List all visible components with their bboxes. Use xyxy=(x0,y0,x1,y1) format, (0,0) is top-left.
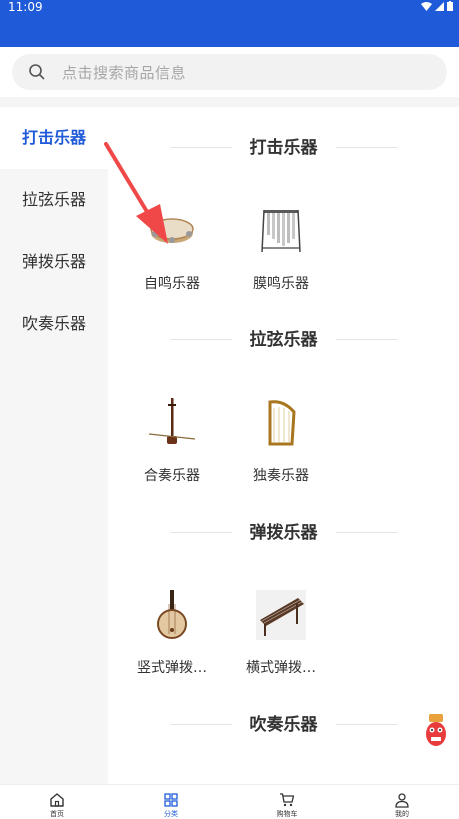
battery-icon xyxy=(447,1,453,11)
subcategory-label: 横式弹拨… xyxy=(246,660,316,676)
tab-label: 购物车 xyxy=(276,810,298,818)
system-icons xyxy=(421,1,453,11)
status-bar: 11:09 xyxy=(0,0,459,47)
signal-icon xyxy=(435,1,444,11)
tambourine-icon xyxy=(150,218,194,243)
wifi-icon xyxy=(421,1,432,11)
sidebar-item-percussion[interactable]: 打击乐器 xyxy=(0,107,108,169)
section-divider-right xyxy=(336,339,398,340)
guzheng-icon xyxy=(256,590,306,640)
subcategory-label: 合奏乐器 xyxy=(144,468,200,484)
category-content: 打击乐器 自鸣乐器 膜鸣乐器 拉弦乐器 合奏乐器 独奏乐器 弹拨乐器 竖式弹拨…… xyxy=(108,107,459,784)
sidebar-item-bowed-strings[interactable]: 拉弦乐器 xyxy=(0,169,108,231)
sidebar-item-plucked-strings[interactable]: 弹拨乐器 xyxy=(0,231,108,293)
pipa-icon xyxy=(157,590,187,639)
subcategory-label: 竖式弹拨… xyxy=(137,660,207,676)
subcategory-label: 自鸣乐器 xyxy=(144,276,200,292)
subcategory-tile[interactable]: 膜鸣乐器 xyxy=(226,206,336,296)
section-title-wind: 吹奏乐器 xyxy=(249,715,318,735)
sidebar-item-wind[interactable]: 吹奏乐器 xyxy=(0,293,108,355)
category-icon xyxy=(164,793,178,807)
user-icon xyxy=(395,793,409,808)
subcategory-tile[interactable]: 独奏乐器 xyxy=(226,398,336,488)
chimes-icon xyxy=(261,209,301,253)
tab-profile[interactable]: 我的 xyxy=(345,785,459,819)
tab-label: 首页 xyxy=(50,810,64,818)
home-icon xyxy=(50,793,64,807)
section-title-bowed-strings: 拉弦乐器 xyxy=(249,330,318,350)
tab-home[interactable]: 首页 xyxy=(0,785,114,819)
subcategory-tile[interactable]: 自鸣乐器 xyxy=(117,206,227,296)
section-divider-right xyxy=(336,147,398,148)
subcategory-tile[interactable]: 竖式弹拨… xyxy=(117,590,227,680)
divider-band xyxy=(0,97,459,107)
subcategory-tile[interactable]: 横式弹拨… xyxy=(226,590,336,680)
cart-icon xyxy=(280,793,295,807)
tab-cart[interactable]: 购物车 xyxy=(230,785,344,819)
mascot-icon[interactable] xyxy=(421,712,451,748)
subcategory-tile[interactable]: 合奏乐器 xyxy=(117,398,227,488)
search-icon xyxy=(29,64,45,80)
bottom-tab-bar: 首页 分类 购物车 我的 xyxy=(0,784,459,819)
section-divider-right xyxy=(336,532,398,533)
harp-icon xyxy=(268,400,296,446)
tab-label: 分类 xyxy=(164,810,178,818)
erhu-icon xyxy=(148,398,196,444)
search-placeholder: 点击搜索商品信息 xyxy=(62,64,187,82)
section-title-percussion: 打击乐器 xyxy=(249,138,318,158)
tab-label: 我的 xyxy=(395,810,409,818)
category-sidebar: 打击乐器 拉弦乐器 弹拨乐器 吹奏乐器 xyxy=(0,107,108,784)
status-time: 11:09 xyxy=(8,0,43,14)
section-divider-right xyxy=(336,724,398,725)
search-area: 点击搜索商品信息 xyxy=(0,47,459,97)
search-input[interactable]: 点击搜索商品信息 xyxy=(12,54,447,90)
section-title-plucked-strings: 弹拨乐器 xyxy=(249,523,318,543)
subcategory-label: 膜鸣乐器 xyxy=(253,276,309,292)
subcategory-label: 独奏乐器 xyxy=(253,468,309,484)
tab-category[interactable]: 分类 xyxy=(114,785,228,819)
